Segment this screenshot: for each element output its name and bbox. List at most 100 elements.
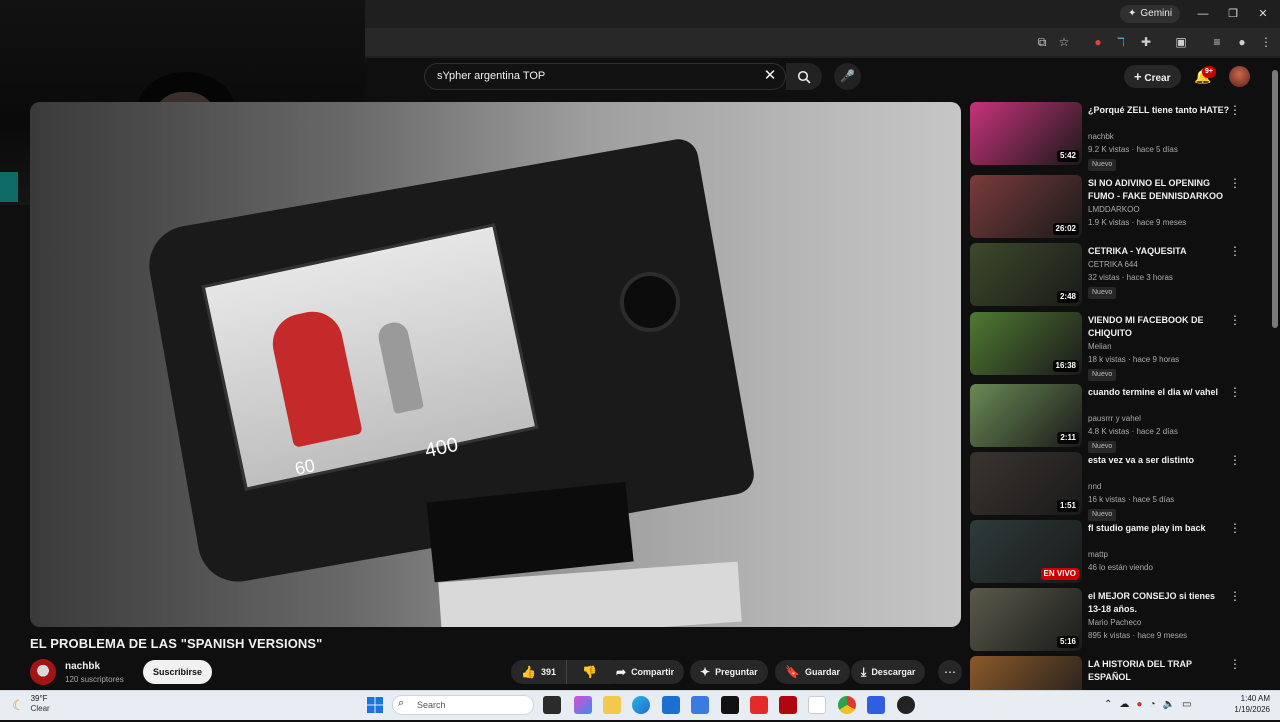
dislike-button[interactable]: 👎 — [572, 660, 607, 684]
recommendation-title[interactable]: CETRIKA - YAQUESITA — [1088, 245, 1230, 258]
recommendation-thumbnail[interactable]: 5:42 — [970, 102, 1082, 165]
browser-menu-icon[interactable]: ⋮ — [1256, 32, 1276, 52]
search-input[interactable]: sYpher argentina TOP — [424, 63, 786, 90]
media-controls-icon[interactable]: ≡ — [1207, 32, 1227, 52]
onedrive-icon[interactable]: ☁ — [1119, 694, 1129, 716]
channel-subscriber-count: 120 suscriptores — [65, 675, 124, 684]
recommendation-title[interactable]: ¿Porqué ZELL tiene tanto HATE? — [1088, 104, 1230, 117]
search-button[interactable] — [786, 63, 822, 90]
side-panel-icon[interactable]: ▣ — [1171, 32, 1191, 52]
recommendation-thumbnail[interactable]: 26:02 — [970, 175, 1082, 238]
chevron-up-icon[interactable]: ⌃ — [1104, 694, 1112, 716]
amazon-icon[interactable] — [808, 696, 826, 714]
recommendation-title[interactable]: el MEJOR CONSEJO si tienes 13-18 años. — [1088, 590, 1230, 616]
restore-icon[interactable]: ❐ — [1222, 4, 1244, 24]
recommendation-channel[interactable]: nnd — [1088, 482, 1101, 491]
close-icon[interactable]: ✕ — [1252, 4, 1274, 24]
more-actions-icon[interactable]: ⋯ — [938, 660, 962, 684]
roblox-icon[interactable] — [721, 696, 739, 714]
install-app-icon[interactable]: ⧉ — [1032, 32, 1052, 52]
recommendation-title[interactable]: fl studio game play im back — [1088, 522, 1230, 535]
more-options-icon[interactable]: ⋮ — [1228, 175, 1242, 191]
edge-browser-icon[interactable] — [632, 696, 650, 714]
more-options-icon[interactable]: ⋮ — [1228, 656, 1242, 672]
recommendation-title[interactable]: esta vez va a ser distinto — [1088, 454, 1230, 467]
recommendation-channel[interactable]: Melian — [1088, 342, 1112, 351]
recommendation-item[interactable]: EN VIVO fl studio game play im back mattp 4… — [970, 520, 1260, 586]
recommendation-thumbnail[interactable]: 16:38 — [970, 312, 1082, 375]
recommendation-thumbnail[interactable]: 2:11 — [970, 384, 1082, 447]
like-button[interactable]: 👍 391 — [511, 660, 567, 684]
notes-app-icon[interactable] — [867, 696, 885, 714]
recommendation-item[interactable]: 26:02 SI NO ADIVINO EL OPENING FUMO - FAK… — [970, 175, 1260, 241]
windows-start-icon[interactable] — [366, 696, 384, 714]
new-badge: Nuevo — [1088, 287, 1117, 299]
recommendation-channel[interactable]: nachbk — [1088, 132, 1114, 141]
more-options-icon[interactable]: ⋮ — [1228, 520, 1242, 536]
save-button[interactable]: 🔖 Guardar — [775, 660, 850, 684]
recommendation-item[interactable]: 1:51 esta vez va a ser distinto nnd 16 k vi… — [970, 452, 1260, 521]
more-options-icon[interactable]: ⋮ — [1228, 243, 1242, 259]
microsoft-store-icon[interactable] — [662, 696, 680, 714]
plus-icon: + — [1134, 69, 1142, 84]
taskbar-search-input[interactable]: Search — [392, 695, 534, 715]
translate-extension-icon[interactable]: ℸ — [1111, 32, 1131, 52]
chrome-browser-icon[interactable] — [838, 696, 856, 714]
recommendation-channel[interactable]: LMDDARKOO — [1088, 205, 1140, 214]
netflix-icon[interactable] — [779, 696, 797, 714]
recommendation-channel[interactable]: mattp — [1088, 550, 1108, 559]
voice-search-button[interactable]: 🎤 — [834, 63, 861, 90]
taskbar-clock[interactable]: 1:40 AM 1/19/2026 — [1222, 693, 1270, 715]
recommendation-channel[interactable]: pausrrr y vahel — [1088, 414, 1141, 423]
recommendation-title[interactable]: SI NO ADIVINO EL OPENING FUMO - FAKE DEN… — [1088, 177, 1230, 203]
more-options-icon[interactable]: ⋮ — [1228, 588, 1242, 604]
download-button[interactable]: ⤓ Descargar — [851, 660, 926, 684]
recommendation-item[interactable]: 2:11 cuando termine el dia w/ vahel pausrr… — [970, 384, 1260, 453]
extensions-icon[interactable]: ✚ — [1136, 32, 1156, 52]
recommendation-item[interactable]: 5:42 ¿Porqué ZELL tiene tanto HATE? nachbk… — [970, 102, 1260, 171]
recommendation-channel[interactable]: CETRIKA 644 — [1088, 260, 1138, 269]
recommendation-meta: 9.2 K vistas · hace 5 días — [1088, 145, 1178, 154]
recommendation-item[interactable]: 5:16 el MEJOR CONSEJO si tienes 13-18 año… — [970, 588, 1260, 654]
video-player[interactable]: 400 60 — [30, 102, 961, 627]
channel-name[interactable]: nachbk — [65, 661, 100, 672]
speaker-icon[interactable]: 🔈 — [1162, 694, 1174, 716]
recommendation-thumbnail[interactable]: 2:48 — [970, 243, 1082, 306]
wifi-icon[interactable]: ◔ — [1149, 694, 1155, 716]
recommendation-thumbnail[interactable]: 1:51 — [970, 452, 1082, 515]
minimize-icon[interactable]: — — [1192, 4, 1214, 24]
recommendation-thumbnail[interactable]: EN VIVO — [970, 520, 1082, 583]
recommendation-title[interactable]: cuando termine el dia w/ vahel — [1088, 386, 1230, 399]
recommendation-title[interactable]: LA HISTORIA DEL TRAP ESPAÑOL — [1088, 658, 1230, 684]
recommendation-item[interactable]: 16:38 VIENDO MI FACEBOOK DE CHIQUITO Melia… — [970, 312, 1260, 381]
recommendation-channel[interactable]: Mario Pacheco — [1088, 618, 1141, 627]
share-button[interactable]: ➦ Compartir — [606, 660, 685, 684]
profile-avatar[interactable]: ● — [1232, 32, 1252, 52]
youtube-app-icon[interactable] — [750, 696, 768, 714]
battery-icon[interactable]: ▭ — [1182, 694, 1191, 716]
gemini-button[interactable]: ✦ Gemini — [1120, 5, 1181, 23]
record-extension-icon[interactable]: ● — [1088, 32, 1108, 52]
steam-icon[interactable] — [897, 696, 915, 714]
antivirus-icon[interactable]: ● — [1136, 694, 1142, 716]
account-avatar[interactable] — [1229, 66, 1250, 87]
more-options-icon[interactable]: ⋮ — [1228, 312, 1242, 328]
bookmark-star-icon[interactable]: ☆ — [1054, 32, 1074, 52]
more-options-icon[interactable]: ⋮ — [1228, 452, 1242, 468]
more-options-icon[interactable]: ⋮ — [1228, 102, 1242, 118]
recommendation-thumbnail[interactable]: 5:16 — [970, 588, 1082, 651]
recommendation-title[interactable]: VIENDO MI FACEBOOK DE CHIQUITO — [1088, 314, 1230, 340]
task-view-icon[interactable] — [543, 696, 561, 714]
weather-widget[interactable]: ☾ 39°F Clear — [12, 694, 50, 716]
clear-search-icon[interactable]: ✕ — [760, 66, 780, 86]
more-options-icon[interactable]: ⋮ — [1228, 384, 1242, 400]
channel-avatar[interactable] — [30, 659, 56, 685]
file-explorer-icon[interactable] — [603, 696, 621, 714]
scrollbar-thumb[interactable] — [1272, 70, 1278, 328]
create-button[interactable]: + Crear — [1124, 65, 1181, 88]
copilot-icon[interactable] — [574, 696, 592, 714]
recommendation-item[interactable]: 2:48 CETRIKA - YAQUESITA CETRIKA 644 32 vis… — [970, 243, 1260, 309]
ask-button[interactable]: ✦ Preguntar — [690, 660, 768, 684]
mail-app-icon[interactable] — [691, 696, 709, 714]
subscribe-button[interactable]: Suscribirse — [143, 660, 213, 684]
